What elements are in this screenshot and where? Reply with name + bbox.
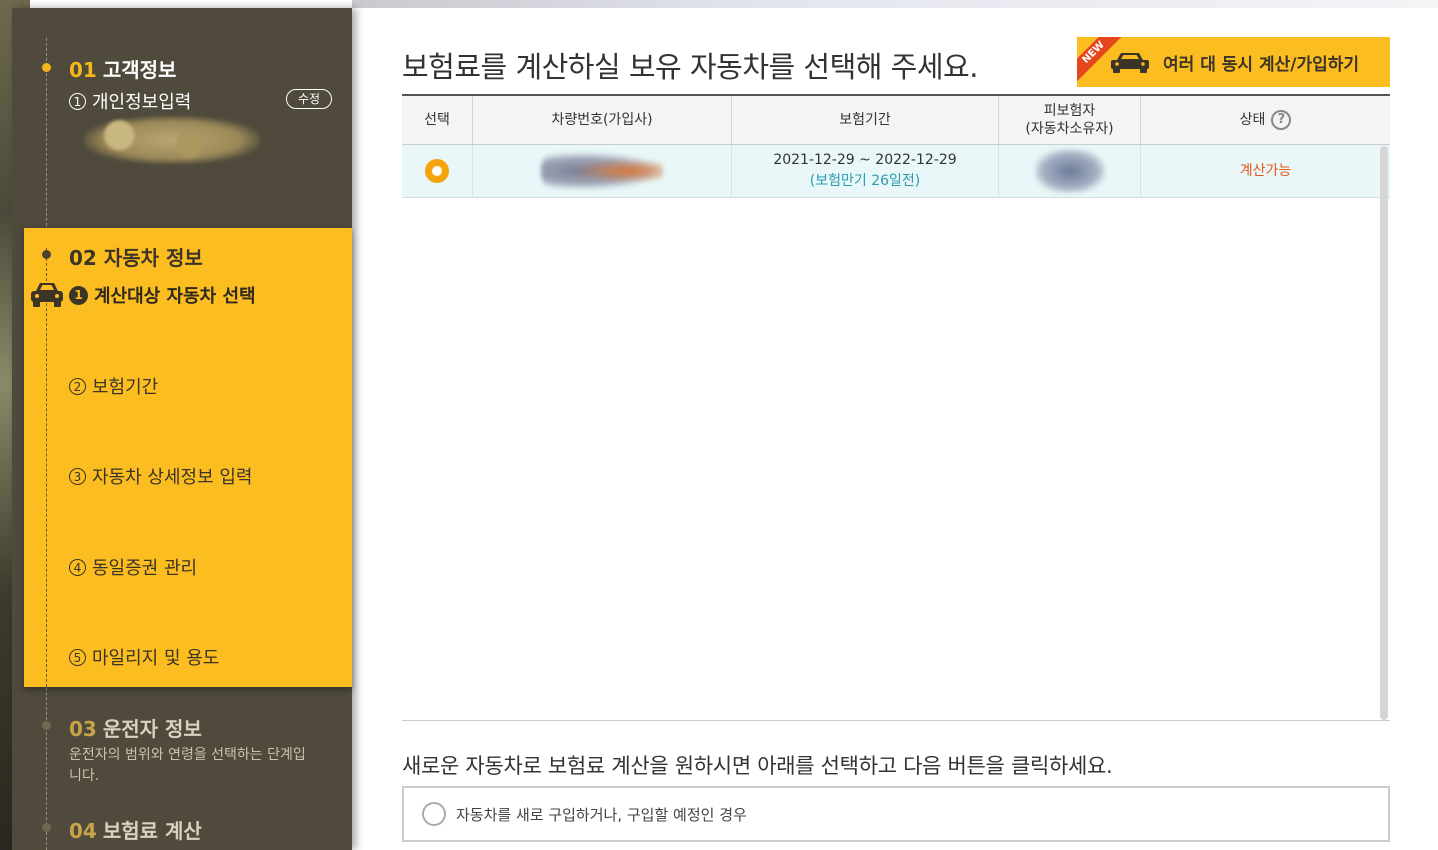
column-insured: 피보험자 (자동차소유자)	[998, 94, 1141, 145]
step-marker-dot	[42, 823, 51, 832]
column-period: 보험기간	[731, 94, 999, 145]
period-range: 2021-12-29 ~ 2022-12-29	[773, 152, 957, 168]
step-01-title: 01 고객정보	[69, 54, 176, 83]
status-cell: 계산가능	[1140, 144, 1390, 198]
new-car-radio[interactable]	[422, 802, 446, 826]
period-expiry-note: (보험만기 26일전)	[809, 173, 921, 189]
sidebar-item-label: 자동차 상세정보 입력	[92, 467, 253, 488]
step-index-circle: 4	[69, 558, 86, 576]
step-label: 고객정보	[102, 58, 177, 82]
plate-cell	[472, 144, 732, 198]
edit-button[interactable]: 수정	[286, 89, 332, 109]
sidebar-item-label: 보험기간	[92, 377, 159, 398]
step-number: 03	[69, 717, 97, 741]
masked-owner-name	[1034, 149, 1105, 193]
step-marker-dot	[42, 721, 51, 730]
table-row[interactable]: 2021-12-29 ~ 2022-12-29 (보험만기 26일전) 계산가능	[402, 144, 1390, 198]
sidebar-item-label: 계산대상 자동차 선택	[94, 286, 256, 307]
masked-customer-name	[84, 116, 260, 164]
period-cell: 2021-12-29 ~ 2022-12-29 (보험만기 26일전)	[731, 144, 999, 198]
active-step-panel: 02 자동차 정보 1 계산대상 자동차 선택 2 보험기간 3 자동차 상세정…	[24, 228, 352, 687]
sidebar-item-insurance-period[interactable]: 2 보험기간	[69, 373, 158, 399]
step-dotted-line	[46, 248, 47, 687]
step-02-title: 02 자동차 정보	[69, 242, 203, 271]
step-03-title: 03 운전자 정보	[69, 713, 202, 742]
step-index-circle: 3	[69, 467, 86, 485]
step-index-circle: 5	[69, 648, 86, 666]
step-index-circle: 2	[69, 377, 86, 395]
step-number: 01	[69, 58, 97, 82]
column-insured-line2: (자동차소유자)	[1025, 121, 1114, 137]
step-number: 04	[69, 819, 97, 843]
step-03-description: 운전자의 범위와 연령을 선택하는 단계입니다.	[69, 747, 306, 784]
column-plate: 차량번호(가입사)	[472, 94, 732, 145]
help-icon[interactable]: ?	[1271, 110, 1292, 130]
new-car-option[interactable]: 자동차를 새로 구입하거나, 구입할 예정인 경우	[402, 786, 1390, 842]
step-04-title: 04 보험료 계산	[69, 815, 202, 844]
step-label: 운전자 정보	[102, 717, 202, 741]
column-status: 상태?	[1140, 94, 1390, 145]
sidebar-item-personal-info[interactable]: 1 개인정보입력	[69, 88, 191, 114]
sidebar-item-vehicle-details[interactable]: 3 자동차 상세정보 입력	[69, 463, 252, 489]
step-label: 보험료 계산	[102, 819, 202, 843]
multi-vehicle-button-label: 여러 대 동시 계산/가입하기	[1163, 54, 1360, 75]
table-scrollbar[interactable]	[1380, 146, 1388, 720]
select-cell	[402, 144, 473, 198]
sidebar-item-label: 마일리지 및 용도	[92, 648, 220, 669]
column-select: 선택	[402, 94, 473, 145]
new-car-instruction: 새로운 자동차로 보험료 계산을 원하시면 아래를 선택하고 다음 버튼을 클릭…	[402, 754, 1113, 778]
step-number: 02	[69, 246, 97, 270]
insured-cell	[998, 144, 1141, 198]
cars-icon	[1111, 53, 1149, 73]
step-marker-dot	[42, 250, 51, 259]
car-icon	[31, 283, 63, 307]
step-index-circle: 1	[69, 285, 88, 305]
page-title: 보험료를 계산하실 보유 자동차를 선택해 주세요.	[402, 50, 978, 84]
column-insured-line1: 피보험자	[1043, 103, 1096, 119]
new-car-option-label: 자동차를 새로 구입하거나, 구입할 예정인 경우	[456, 805, 747, 824]
top-strip	[352, 0, 1438, 8]
step-index-circle: 1	[69, 92, 86, 110]
sidebar-item-label: 동일증권 관리	[92, 558, 198, 579]
sidebar-item-select-vehicle[interactable]: 1 계산대상 자동차 선택	[69, 282, 256, 308]
step-label: 자동차 정보	[103, 246, 203, 270]
masked-plate-number	[541, 152, 663, 190]
step-marker-dot	[42, 63, 51, 72]
multi-vehicle-button[interactable]: NEW 여러 대 동시 계산/가입하기	[1077, 37, 1390, 87]
sidebar-item-policy-management[interactable]: 4 동일증권 관리	[69, 554, 197, 580]
column-status-label: 상태	[1239, 112, 1266, 128]
vehicle-table: 선택 차량번호(가입사) 보험기간 피보험자 (자동차소유자) 상태? 2021…	[402, 94, 1390, 198]
sidebar-item-label: 개인정보입력	[92, 92, 192, 113]
vehicle-radio-selected[interactable]	[425, 159, 449, 183]
divider	[402, 720, 1390, 721]
table-header-row: 선택 차량번호(가입사) 보험기간 피보험자 (자동차소유자) 상태?	[402, 94, 1390, 145]
sidebar-item-mileage-usage[interactable]: 5 마일리지 및 용도	[69, 644, 219, 670]
